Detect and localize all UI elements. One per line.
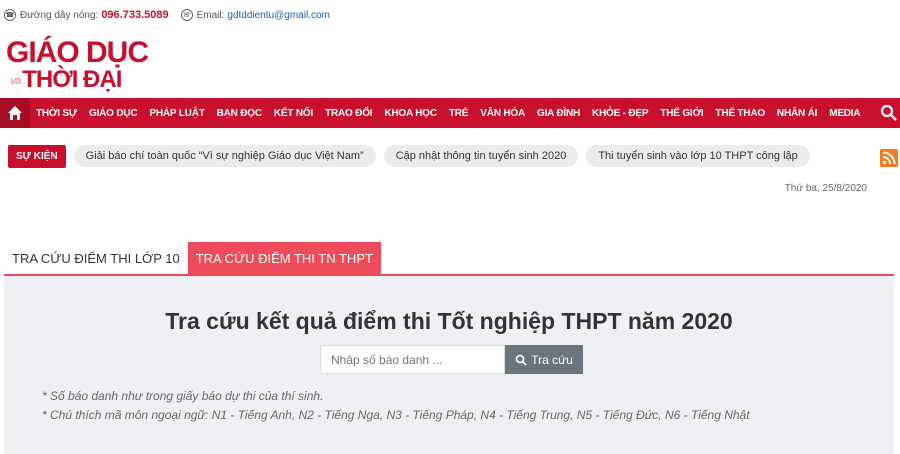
logo-va: và bbox=[10, 74, 21, 87]
nav-item[interactable]: TRẺ bbox=[443, 108, 474, 119]
logo-line1: GIÁO DỤC bbox=[6, 36, 149, 69]
top-contact-bar: ☎ Đường dây nóng: 096.733.5089 ✉ Email: … bbox=[0, 0, 900, 30]
nav-item[interactable]: KẾT NỐI bbox=[268, 108, 319, 119]
hotline-number[interactable]: 096.733.5089 bbox=[101, 9, 168, 21]
nav-item[interactable]: TRAO ĐỔI bbox=[319, 108, 378, 119]
tab-thpt[interactable]: TRA CỨU ĐIỂM THI TN THPT bbox=[187, 242, 381, 274]
nav-item[interactable]: PHÁP LUẬT bbox=[143, 108, 210, 119]
email-label: Email: bbox=[196, 9, 225, 21]
panel-title: Tra cứu kết quả điểm thi Tốt nghiệp THPT… bbox=[165, 308, 733, 334]
nav-item[interactable]: KHỎE - ĐẸP bbox=[586, 108, 654, 119]
phone-icon: ☎ bbox=[4, 9, 16, 21]
nav-item[interactable]: VĂN HÓA bbox=[474, 108, 531, 119]
nav-items: THỜI SỰ GIÁO DỤC PHÁP LUẬT BẠN ĐỌC KẾT NỐI TR… bbox=[30, 108, 866, 119]
nav-item[interactable]: GIA ĐÌNH bbox=[531, 108, 586, 119]
search-icon bbox=[515, 354, 527, 366]
nav-item[interactable]: GIÁO DỤC bbox=[83, 108, 143, 119]
nav-item[interactable]: MEDIA bbox=[823, 108, 866, 119]
events-label[interactable]: SỰ KIỆN bbox=[8, 144, 66, 168]
nav-item[interactable]: THỜI SỰ bbox=[30, 108, 83, 119]
rss-icon[interactable] bbox=[880, 149, 898, 167]
logo-line2-text: THỜI ĐẠI bbox=[22, 66, 122, 93]
event-pill[interactable]: Thi tuyển sinh vào lớp 10 THPT công lập bbox=[586, 145, 810, 167]
tab-grade10[interactable]: TRA CỨU ĐIỂM THI LỚP 10 bbox=[4, 242, 188, 274]
email-icon: ✉ bbox=[180, 9, 193, 21]
email-link[interactable]: gdtddientu@gmail.com bbox=[227, 10, 329, 21]
logo-line2: vàTHỜI ĐẠI bbox=[10, 66, 122, 94]
lookup-button[interactable]: Tra cứu bbox=[505, 345, 583, 374]
lookup-button-label: Tra cứu bbox=[531, 352, 573, 367]
nav-item[interactable]: KHOA HỌC bbox=[378, 108, 442, 119]
note-candidate-number: * Số báo danh như trong giấy báo dự thi … bbox=[42, 389, 324, 403]
home-icon bbox=[8, 106, 22, 120]
hotline: ☎ Đường dây nóng: 096.733.5089 bbox=[4, 9, 169, 21]
note-language-codes: * Chú thích mã môn ngoại ngữ: N1 - Tiếng… bbox=[42, 408, 750, 422]
search-form: Tra cứu bbox=[320, 345, 583, 374]
hotline-label: Đường dây nóng: bbox=[20, 9, 99, 21]
nav-item[interactable]: NHÂN ÁI bbox=[771, 108, 823, 119]
lookup-panel: Tra cứu kết quả điểm thi Tốt nghiệp THPT… bbox=[4, 276, 894, 454]
nav-item[interactable]: BẠN ĐỌC bbox=[211, 108, 268, 119]
site-logo[interactable]: GIÁO DỤC vàTHỜI ĐẠI bbox=[0, 30, 900, 98]
search-icon[interactable] bbox=[880, 104, 898, 122]
home-button[interactable] bbox=[0, 98, 30, 128]
nav-item[interactable]: THẾ GIỚI bbox=[654, 108, 709, 119]
event-pill[interactable]: Cập nhật thông tin tuyển sinh 2020 bbox=[383, 145, 579, 167]
event-pill[interactable]: Giải báo chí toàn quốc “Vì sự nghiệp Giá… bbox=[73, 145, 376, 167]
main-nav: THỜI SỰ GIÁO DỤC PHÁP LUẬT BẠN ĐỌC KẾT NỐI TR… bbox=[0, 98, 900, 128]
lookup-tabs: TRA CỨU ĐIỂM THI LỚP 10 TRA CỨU ĐIỂM THI… bbox=[4, 242, 894, 276]
email-contact: ✉ Email: gdtddientu@gmail.com bbox=[180, 9, 330, 21]
current-date: Thứ ba, 25/8/2020 bbox=[784, 183, 867, 194]
candidate-number-input[interactable] bbox=[320, 345, 505, 374]
nav-item[interactable]: THỂ THAO bbox=[709, 108, 771, 119]
events-bar: SỰ KIỆN Giải báo chí toàn quốc “Vì sự ng… bbox=[0, 128, 900, 184]
